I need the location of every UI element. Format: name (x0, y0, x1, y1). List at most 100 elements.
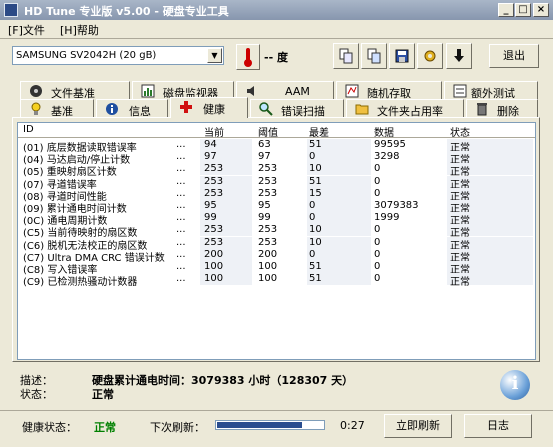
cell-threshold: 253 (258, 236, 278, 248)
copy-info-button[interactable] (333, 43, 359, 69)
cell-current: 253 (204, 236, 224, 248)
folder-icon (355, 104, 369, 115)
table-row[interactable]: (01) 底层数据读取错误率 94 63 51 99595 正常... (18, 139, 535, 154)
cell-threshold: 99 (258, 212, 271, 224)
drive-select[interactable]: SAMSUNG SV2042H (20 gB) ▼ (12, 46, 224, 65)
save-button[interactable] (389, 43, 415, 69)
tab-random-access[interactable]: 随机存取 (336, 81, 442, 100)
table-row[interactable]: (05) 重映射扇区计数 253 253 10 0 正常... (18, 163, 535, 178)
tab-error-scan[interactable]: 错误扫描 (250, 99, 344, 118)
cell-threshold: 253 (258, 163, 278, 175)
cell-data: 0 (374, 261, 381, 272)
refresh-now-button[interactable]: 立即刷新 (384, 414, 452, 438)
cell-current: 99 (204, 212, 217, 224)
file-benchmark-icon (30, 85, 42, 97)
header-worst: 最差 (309, 128, 329, 139)
cell-threshold: 63 (258, 139, 271, 150)
thermometer-icon (236, 44, 260, 70)
cell-data: 0 (374, 224, 381, 236)
exit-button[interactable]: 退出 (489, 44, 539, 68)
table-row[interactable]: (C7) Ultra DMA CRC 错误计数 200 200 0 0 正常... (18, 248, 535, 264)
cell-threshold: 253 (258, 224, 278, 236)
smart-table[interactable]: ID 当前 阈值 最差 数据 状态 (01) 底层数据读取错误率 94 63 51 99… (17, 122, 536, 360)
cell-ellipsis: ... (176, 212, 186, 224)
header-data: 数据 (374, 128, 394, 139)
health-status-label: 健康状态： (22, 421, 77, 434)
refresh-progress-bar (215, 420, 325, 430)
cell-status: 正常 (450, 277, 470, 289)
maximize-button[interactable]: □ (515, 3, 531, 17)
table-row[interactable]: (C6) 脱机无法校正的扇区数 253 253 10 0 正常... (18, 236, 535, 252)
header-status: 状态 (450, 128, 470, 139)
save-icon (395, 49, 409, 63)
cell-threshold: 253 (258, 187, 278, 199)
tab-extra-tests[interactable]: 额外测试 (444, 81, 538, 100)
table-row[interactable]: (C8) 写入错误率 100 100 51 0 正常... (18, 261, 535, 276)
chevron-down-icon[interactable]: ▼ (207, 48, 222, 63)
table-row[interactable]: (09) 累计通电时间计数 95 95 0 3079383 正常... (18, 200, 535, 215)
tab-aam[interactable]: AAM (236, 81, 334, 100)
copy-screenshot-button[interactable] (361, 43, 387, 69)
cell-ellipsis: ... (176, 175, 186, 187)
log-button[interactable]: 日志 (464, 414, 532, 438)
column-shade (307, 151, 371, 164)
cell-current: 94 (204, 139, 217, 150)
cell-threshold: 100 (258, 261, 278, 272)
menu-file[interactable]: [F]文件 (8, 22, 45, 38)
tab-erase[interactable]: 删除 (466, 99, 538, 118)
table-row[interactable]: (0C) 通电周期计数 99 99 0 1999 正常... (18, 212, 535, 227)
cell-worst: 51 (309, 261, 322, 272)
cell-data: 0 (374, 236, 381, 248)
cell-worst: 0 (309, 151, 316, 163)
cell-worst: 10 (309, 236, 322, 248)
next-refresh-label: 下次刷新： (150, 421, 205, 434)
refresh-countdown: 0:27 (340, 419, 365, 432)
table-row[interactable]: (07) 寻道错误率 253 253 51 0 正常... (18, 175, 535, 191)
options-button[interactable] (417, 43, 443, 69)
cell-current: 95 (204, 200, 217, 211)
cell-current: 97 (204, 151, 217, 163)
table-row[interactable]: (08) 寻道时间性能 253 253 15 0 正常... (18, 187, 535, 203)
tools-icon (424, 50, 436, 62)
minimize-button[interactable]: _ (498, 3, 514, 17)
menu-help[interactable]: [H]帮助 (60, 22, 99, 38)
header-threshold: 阈值 (258, 128, 278, 139)
tab-health[interactable]: 健康 (170, 97, 248, 118)
lightbulb-icon (31, 102, 41, 115)
cell-ellipsis: ... (176, 224, 186, 236)
cell-worst: 15 (309, 187, 322, 199)
cell-current: 100 (204, 261, 224, 272)
tab-folder-usage[interactable]: 文件夹占用率 (346, 99, 464, 118)
info-icon: i (500, 370, 530, 400)
cell-ellipsis: ... (176, 236, 186, 248)
cell-data: 3079383 (374, 200, 419, 211)
cell-threshold: 97 (258, 151, 271, 163)
table-row[interactable]: (04) 马达启动/停止计数 97 97 0 3298 正常... (18, 151, 535, 166)
close-button[interactable]: × (533, 3, 549, 17)
status-row: 状态： 正常 (20, 386, 114, 402)
tab-info[interactable]: 信息 (96, 99, 168, 118)
cell-ellipsis: ... (176, 248, 186, 260)
tab-file-benchmark[interactable]: 文件基准 (20, 81, 130, 100)
tab-benchmark[interactable]: 基准 (20, 99, 94, 118)
description-value: 硬盘累计通电时间：3079383 小时（128307 天） (92, 374, 354, 387)
magnifier-icon (259, 102, 273, 116)
table-row[interactable]: (C9) 已检测热骚动计数器 100 100 51 0 正常... (18, 273, 535, 289)
cell-ellipsis: ... (176, 200, 186, 211)
cell-data: 0 (374, 175, 381, 187)
download-button[interactable] (446, 43, 472, 69)
status-value: 正常 (92, 388, 114, 401)
cell-data: 3298 (374, 151, 400, 163)
cell-current: 253 (204, 187, 224, 199)
random-access-icon (345, 84, 359, 98)
temperature-readout: -- 度 (264, 51, 288, 64)
cell-worst: 51 (309, 273, 322, 285)
column-shade (307, 200, 371, 212)
cell-data: 0 (374, 187, 381, 199)
status-divider (0, 410, 553, 411)
table-row[interactable]: (C5) 当前待映射的扇区数 253 253 10 0 正常... (18, 224, 535, 239)
cell-current: 253 (204, 224, 224, 236)
cell-data: 99595 (374, 139, 406, 150)
cell-threshold: 200 (258, 248, 278, 260)
cell-id: (C9) 已检测热骚动计数器 (23, 277, 138, 289)
